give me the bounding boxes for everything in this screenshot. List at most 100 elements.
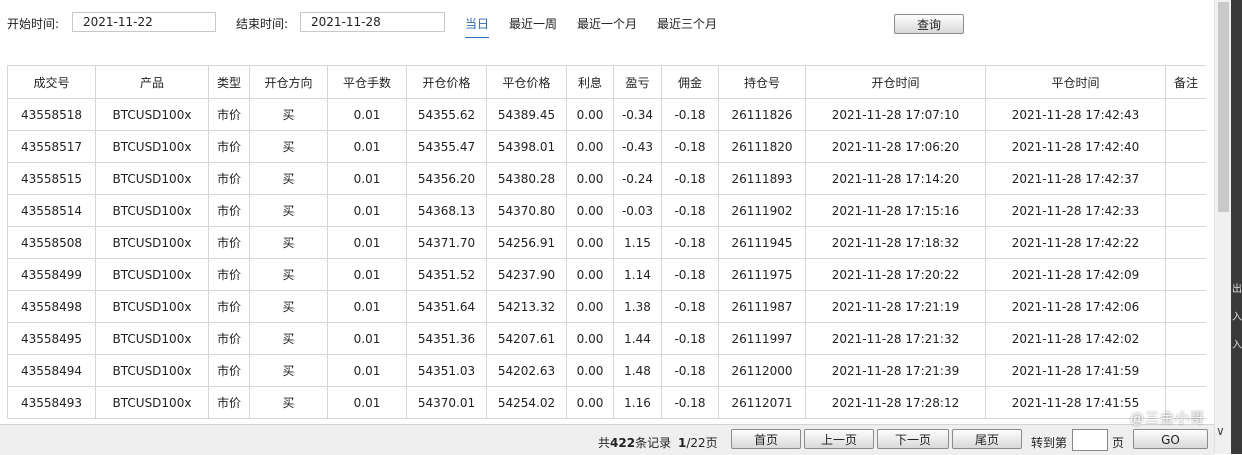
table-cell: 54351.03	[406, 354, 487, 387]
table-cell: 1.14	[613, 258, 662, 291]
table-cell	[1165, 130, 1206, 163]
watermark-text: @三金小哥	[1130, 411, 1205, 427]
last-page-button[interactable]: 尾页	[952, 429, 1022, 449]
table-cell: 54351.52	[406, 258, 487, 291]
prev-page-button[interactable]: 上一页	[804, 429, 874, 449]
table-row[interactable]: 43558517 BTCUSD100x 市价买 0.01 54355.47 54398.0…	[7, 130, 1206, 163]
query-button[interactable]: 查询	[894, 14, 964, 34]
table-cell: 市价	[208, 258, 250, 291]
edge-glyph: 出	[1232, 284, 1242, 295]
table-row[interactable]: 43558494 BTCUSD100x 市价买 0.01 54351.03 54202.6…	[7, 354, 1206, 387]
table-row[interactable]: 43558498 BTCUSD100x 市价买 0.01 54351.64 54213.3…	[7, 290, 1206, 323]
range-today-link[interactable]: 当日	[465, 15, 490, 38]
chevron-down-icon[interactable]: ∨	[1216, 424, 1225, 438]
table-cell: 2021-11-28 17:42:37	[985, 162, 1166, 195]
table-cell: 买	[249, 226, 328, 259]
table-cell: 买	[249, 258, 328, 291]
table-cell: 市价	[208, 194, 250, 227]
column-header: 平仓价格	[486, 65, 567, 99]
end-date-input[interactable]	[300, 12, 445, 32]
table-cell: 0.00	[566, 258, 614, 291]
table-cell: BTCUSD100x	[95, 98, 209, 131]
table-cell: 0.01	[327, 258, 407, 291]
table-cell: -0.18	[661, 354, 719, 387]
table-cell	[1165, 162, 1206, 195]
table-cell: 2021-11-28 17:21:32	[805, 322, 986, 355]
table-cell: 1.48	[613, 354, 662, 387]
column-header: 盈亏	[613, 65, 662, 99]
table-cell	[1165, 322, 1206, 355]
scrollbar-thumb[interactable]	[1218, 2, 1229, 212]
table-cell: 0.00	[566, 98, 614, 131]
range-three-months-link[interactable]: 最近三个月	[657, 15, 717, 32]
table-cell: -0.03	[613, 194, 662, 227]
table-cell: 0.00	[566, 354, 614, 387]
vertical-scrollbar[interactable]	[1214, 0, 1232, 454]
table-cell: 43558514	[7, 194, 96, 227]
start-date-input[interactable]	[72, 12, 216, 32]
go-button[interactable]: GO	[1133, 429, 1208, 449]
table-cell: 2021-11-28 17:14:20	[805, 162, 986, 195]
goto-page-input[interactable]	[1072, 429, 1108, 451]
table-cell: 43558495	[7, 322, 96, 355]
adjacent-window-edge: 出 入 入	[1231, 0, 1242, 454]
table-cell: 0.00	[566, 130, 614, 163]
table-cell: 54254.02	[486, 386, 567, 419]
column-header: 平仓时间	[985, 65, 1166, 99]
table-cell: 54355.47	[406, 130, 487, 163]
table-cell: 市价	[208, 386, 250, 419]
table-cell: 26111945	[718, 226, 806, 259]
table-cell: 26111997	[718, 322, 806, 355]
table-cell: 54207.61	[486, 322, 567, 355]
first-page-button[interactable]: 首页	[731, 429, 801, 449]
table-cell: BTCUSD100x	[95, 290, 209, 323]
column-header: 成交号	[7, 65, 96, 99]
table-cell: 26112000	[718, 354, 806, 387]
table-cell: 54351.64	[406, 290, 487, 323]
table-cell: 1.16	[613, 386, 662, 419]
table-cell: BTCUSD100x	[95, 258, 209, 291]
table-cell: -0.18	[661, 322, 719, 355]
next-page-button[interactable]: 下一页	[877, 429, 949, 449]
table-cell	[1165, 194, 1206, 227]
column-header: 平仓手数	[327, 65, 407, 99]
table-cell: 43558508	[7, 226, 96, 259]
table-cell: -0.24	[613, 162, 662, 195]
table-row[interactable]: 43558495 BTCUSD100x 市价买 0.01 54351.36 54207.6…	[7, 322, 1206, 355]
table-cell: 1.15	[613, 226, 662, 259]
table-cell: 2021-11-28 17:42:43	[985, 98, 1166, 131]
table-cell: 0.01	[327, 290, 407, 323]
table-cell: 2021-11-28 17:42:33	[985, 194, 1166, 227]
table-row[interactable]: 43558508 BTCUSD100x 市价买 0.01 54371.70 54256.9…	[7, 226, 1206, 259]
table-cell: 买	[249, 194, 328, 227]
table-cell: 54398.01	[486, 130, 567, 163]
table-cell: 54237.90	[486, 258, 567, 291]
table-row[interactable]: 43558499 BTCUSD100x 市价买 0.01 54351.52 54237.9…	[7, 258, 1206, 291]
table-cell	[1165, 226, 1206, 259]
table-cell: 54356.20	[406, 162, 487, 195]
table-cell: 2021-11-28 17:21:19	[805, 290, 986, 323]
table-row[interactable]: 43558518 BTCUSD100x 市价买 0.01 54355.62 54389.4…	[7, 98, 1206, 131]
column-header: 持仓号	[718, 65, 806, 99]
table-cell: 43558499	[7, 258, 96, 291]
table-cell: -0.18	[661, 386, 719, 419]
table-row[interactable]: 43558493 BTCUSD100x 市价买 0.01 54370.01 54254.0…	[7, 386, 1206, 419]
pagination-bar: 共422条记录 1/22页 首页 上一页 下一页 尾页 转到第 页 GO	[0, 424, 1214, 455]
range-week-link[interactable]: 最近一周	[509, 15, 557, 32]
table-cell: 0.01	[327, 322, 407, 355]
filter-bar: 开始时间: 结束时间: 当日 最近一周 最近一个月 最近三个月 查询	[0, 0, 1214, 60]
table-row[interactable]: 43558514 BTCUSD100x 市价买 0.01 54368.13 54370.8…	[7, 194, 1206, 227]
table-cell: 0.00	[566, 162, 614, 195]
table-cell: 买	[249, 354, 328, 387]
table-cell	[1165, 98, 1206, 131]
table-cell: -0.18	[661, 98, 719, 131]
table-cell: -0.34	[613, 98, 662, 131]
table-row[interactable]: 43558515 BTCUSD100x 市价买 0.01 54356.20 54380.2…	[7, 162, 1206, 195]
table-cell: BTCUSD100x	[95, 130, 209, 163]
table-cell: 0.00	[566, 226, 614, 259]
table-header-row: 成交号 产品 类型 开仓方向 平仓手数 开仓价格 平仓价格 利息 盈亏 佣金 持仓号 开仓时间 平仓时间…	[7, 65, 1206, 99]
goto-label: 转到第	[1031, 436, 1068, 450]
range-month-link[interactable]: 最近一个月	[577, 15, 637, 32]
table-cell: 2021-11-28 17:07:10	[805, 98, 986, 131]
table-cell: 54370.01	[406, 386, 487, 419]
